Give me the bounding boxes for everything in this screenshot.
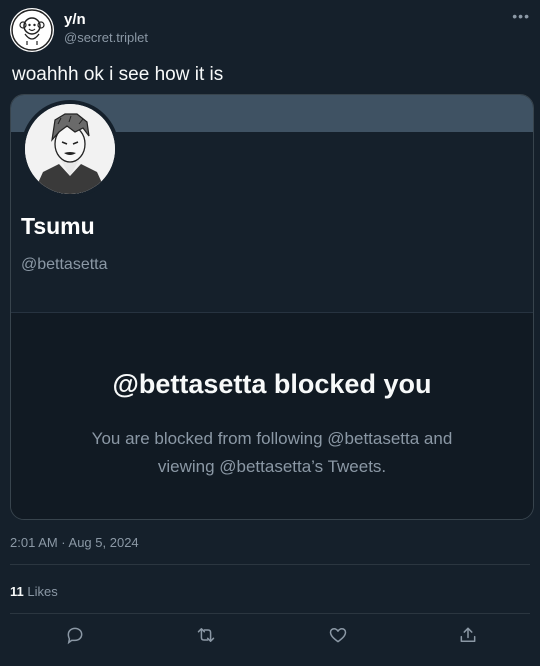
more-options-button[interactable]: •••	[512, 8, 530, 24]
monkey-logo-icon	[11, 9, 53, 51]
share-button[interactable]	[455, 622, 481, 648]
share-icon	[460, 627, 476, 642]
author-handle[interactable]: @secret.triplet	[64, 29, 148, 47]
tweet-text: woahhh ok i see how it is	[12, 64, 224, 85]
heart-icon	[329, 628, 347, 643]
retweet-icon	[197, 628, 215, 642]
blocked-notice: @bettasetta blocked you You are blocked …	[11, 312, 533, 519]
blocked-description: You are blocked from following @bettaset…	[91, 429, 453, 476]
reply-icon	[67, 627, 83, 645]
likes-label: Likes	[27, 584, 58, 599]
divider	[10, 564, 530, 565]
like-button[interactable]	[325, 622, 351, 648]
tweet-timestamp[interactable]: 2:01 AM · Aug 5, 2024	[10, 535, 139, 550]
author-names: y/n @secret.triplet	[64, 11, 148, 47]
reply-button[interactable]	[62, 622, 88, 648]
divider	[10, 613, 530, 614]
quoted-profile-card[interactable]: Tsumu @bettasetta @bettasetta blocked yo…	[10, 94, 534, 520]
profile-handle[interactable]: @bettasetta	[21, 256, 108, 274]
profile-avatar-image	[25, 104, 115, 194]
likes-stat[interactable]: 11 Likes	[10, 584, 58, 599]
author-display-name[interactable]: y/n	[64, 11, 148, 29]
tweet-header: y/n @secret.triplet •••	[10, 8, 530, 56]
retweet-button[interactable]	[193, 622, 219, 648]
tweet-actions	[0, 622, 540, 650]
profile-avatar[interactable]	[21, 100, 119, 198]
ellipsis-icon: •••	[512, 8, 530, 24]
author-avatar[interactable]	[10, 8, 54, 52]
profile-name[interactable]: Tsumu	[21, 213, 95, 240]
blocked-title: @bettasetta blocked you	[112, 369, 432, 399]
likes-count: 11	[10, 584, 24, 599]
